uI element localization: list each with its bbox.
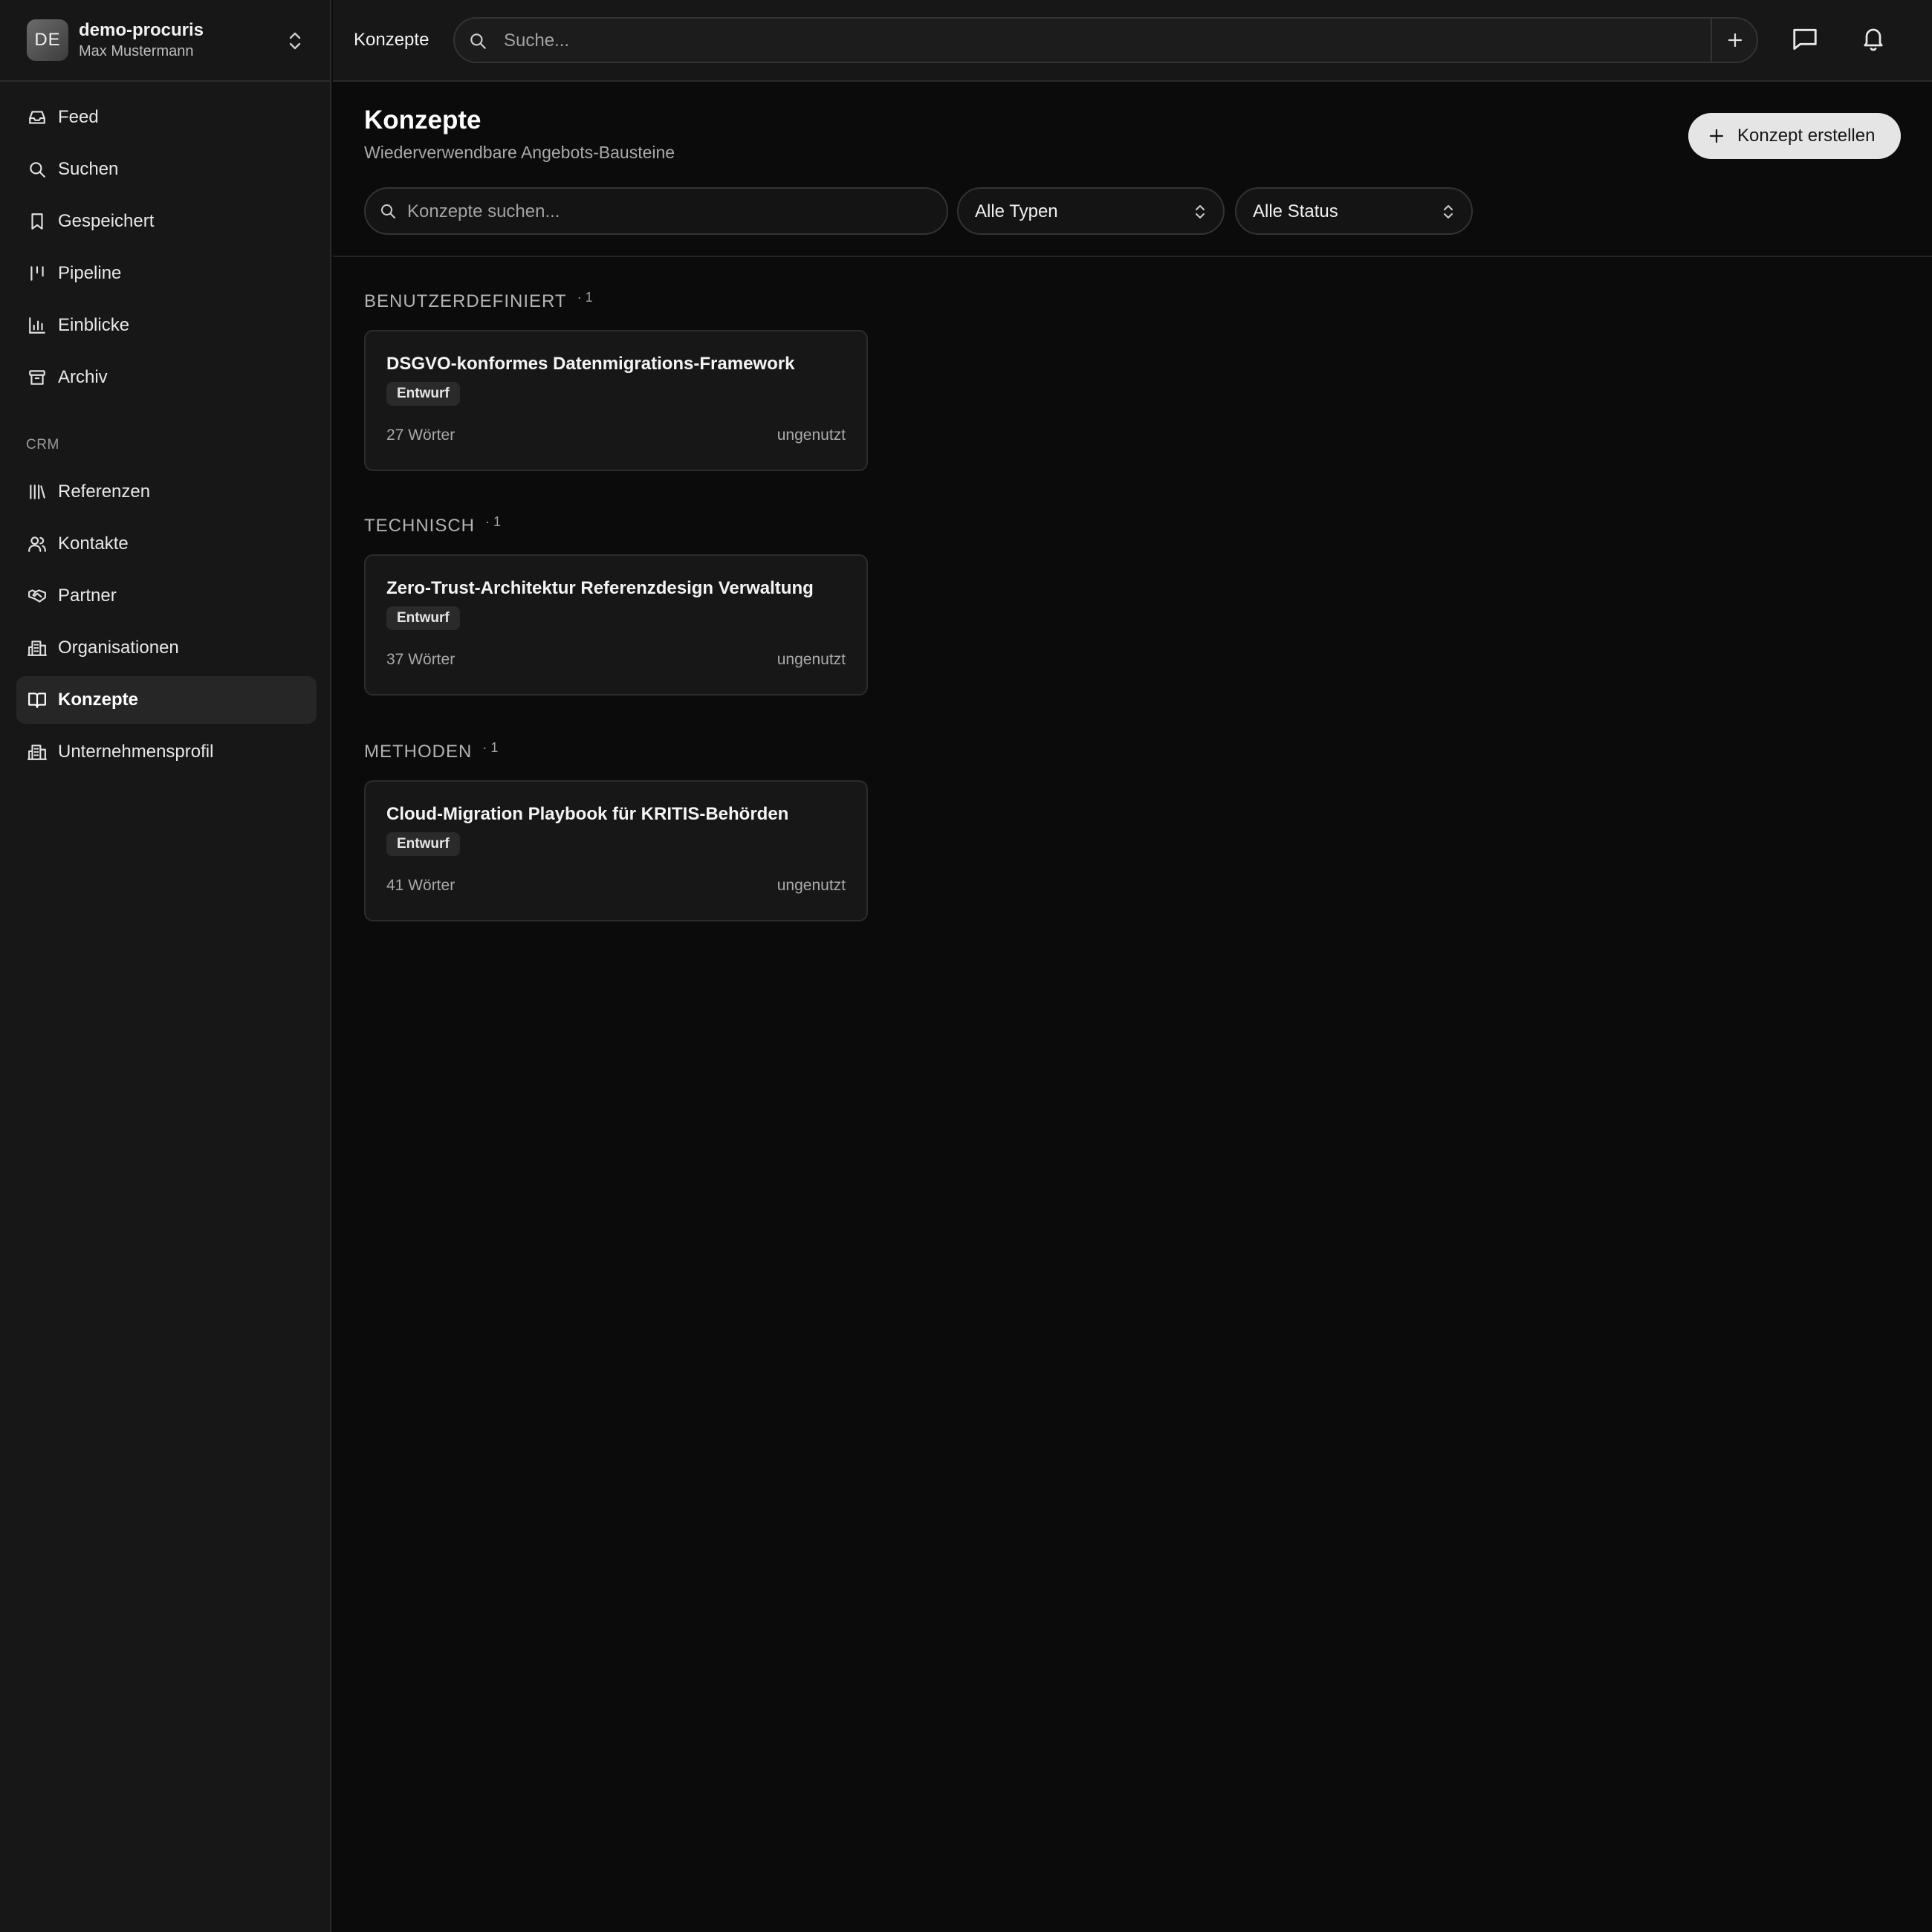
concept-card[interactable]: DSGVO-konformes Datenmigrations-Framewor… — [364, 330, 868, 471]
chevrons-up-down-icon[interactable] — [287, 30, 303, 52]
sidebar-item-label: Referenzen — [58, 482, 151, 502]
usage-status: ungenutzt — [777, 427, 846, 444]
status-badge: Entwurf — [386, 832, 460, 856]
sidebar-item-pipeline[interactable]: Pipeline — [16, 250, 317, 297]
chevrons-up-down-icon — [1442, 204, 1455, 220]
sidebar-item-label: Partner — [58, 586, 117, 606]
plus-icon — [1708, 127, 1725, 145]
building-icon — [27, 742, 48, 762]
sidebar-item-organisationen[interactable]: Organisationen — [16, 624, 317, 672]
sidebar-item-label: Gespeichert — [58, 211, 155, 231]
nav-section-crm: CRM — [26, 437, 59, 453]
concept-card[interactable]: Zero-Trust-Architektur Referenzdesign Ve… — [364, 554, 868, 696]
concept-title: Cloud-Migration Playbook für KRITIS-Behö… — [386, 804, 789, 824]
sidebar-item-label: Konzepte — [58, 690, 138, 710]
global-search-input[interactable] — [504, 27, 1693, 54]
usage-status: ungenutzt — [777, 877, 846, 894]
breadcrumb[interactable]: Konzepte — [354, 30, 429, 51]
sidebar-item-partner[interactable]: Partner — [16, 572, 317, 620]
pipeline-icon — [27, 263, 48, 284]
bar-chart-icon — [27, 315, 48, 336]
main-content: Konzepte Wiederverwendbare Angebots-Baus… — [333, 83, 1932, 1932]
group-name: BENUTZERDEFINIERT — [364, 291, 567, 311]
word-count: 37 Wörter — [386, 651, 456, 668]
page-title: Konzepte — [364, 106, 482, 134]
sidebar-item-feed[interactable]: Feed — [16, 94, 317, 141]
group-header: TECHNISCH · 1 — [364, 514, 502, 537]
bookmark-icon — [27, 211, 48, 232]
workspace-name: demo-procuris — [79, 20, 204, 40]
sidebar-item-einblicke[interactable]: Einblicke — [16, 302, 317, 349]
group-count: · 1 — [482, 740, 499, 755]
group-header: BENUTZERDEFINIERT · 1 — [364, 290, 593, 312]
sidebar-item-label: Pipeline — [58, 263, 122, 283]
sidebar-item-konzepte[interactable]: Konzepte — [16, 676, 317, 724]
bell-icon[interactable] — [1860, 25, 1887, 52]
group-header: METHODEN · 1 — [364, 740, 499, 762]
crm-nav: Referenzen Kontakte Partner Organisation… — [16, 468, 317, 780]
handshake-icon — [27, 586, 48, 606]
word-count: 27 Wörter — [386, 427, 456, 444]
sidebar-item-label: Organisationen — [58, 638, 179, 658]
sidebar-item-referenzen[interactable]: Referenzen — [16, 468, 317, 516]
plus-icon[interactable] — [1722, 29, 1748, 51]
users-icon — [27, 534, 48, 554]
archive-icon — [27, 367, 48, 388]
page-header: Konzepte Wiederverwendbare Angebots-Baus… — [333, 83, 1932, 257]
workspace-info: demo-procuris Max Mustermann — [79, 19, 204, 61]
inbox-icon — [27, 107, 48, 128]
sidebar-item-suchen[interactable]: Suchen — [16, 146, 317, 193]
status-badge: Entwurf — [386, 606, 460, 630]
workspace-user: Max Mustermann — [79, 43, 194, 59]
search-icon — [468, 31, 487, 51]
book-open-icon — [27, 690, 48, 710]
chevrons-up-down-icon — [1193, 204, 1207, 220]
building-icon — [27, 638, 48, 658]
status-filter-value: Alle Status — [1253, 201, 1338, 221]
concept-card[interactable]: Cloud-Migration Playbook für KRITIS-Behö… — [364, 780, 868, 921]
concept-search — [364, 187, 948, 235]
sidebar-item-label: Unternehmensprofil — [58, 742, 214, 762]
global-search — [453, 17, 1758, 63]
create-concept-button[interactable]: Konzept erstellen — [1688, 113, 1901, 159]
search-icon — [27, 159, 48, 180]
top-bar: Konzepte — [333, 0, 1932, 82]
group-count: · 1 — [485, 514, 502, 529]
group-name: TECHNISCH — [364, 516, 476, 536]
search-icon — [379, 202, 397, 220]
status-filter-select[interactable]: Alle Status — [1235, 187, 1473, 235]
group-count: · 1 — [577, 290, 593, 305]
sidebar-item-gespeichert[interactable]: Gespeichert — [16, 198, 317, 245]
sidebar-item-kontakte[interactable]: Kontakte — [16, 520, 317, 568]
workspace-switcher[interactable]: DE demo-procuris Max Mustermann — [0, 0, 331, 82]
message-square-icon[interactable] — [1791, 25, 1819, 54]
sidebar-item-label: Einblicke — [58, 315, 130, 335]
main-nav: Feed Suchen Gespeichert Pipeline Einblic… — [16, 94, 317, 406]
search-divider — [1711, 19, 1712, 62]
sidebar-item-label: Kontakte — [58, 534, 129, 554]
sidebar-item-unternehmensprofil[interactable]: Unternehmensprofil — [16, 728, 317, 776]
create-concept-label: Konzept erstellen — [1737, 126, 1876, 146]
library-icon — [27, 482, 48, 502]
sidebar-item-label: Suchen — [58, 159, 119, 179]
concept-title: DSGVO-konformes Datenmigrations-Framewor… — [386, 354, 795, 374]
status-badge: Entwurf — [386, 382, 460, 406]
concept-search-input[interactable] — [407, 199, 927, 224]
sidebar-item-archiv[interactable]: Archiv — [16, 354, 317, 401]
type-filter-value: Alle Typen — [975, 201, 1058, 221]
sidebar: DE demo-procuris Max Mustermann Feed Suc… — [0, 0, 331, 1932]
usage-status: ungenutzt — [777, 651, 846, 668]
sidebar-item-label: Feed — [58, 107, 99, 127]
workspace-avatar: DE — [27, 19, 68, 61]
type-filter-select[interactable]: Alle Typen — [957, 187, 1225, 235]
page-subtitle: Wiederverwendbare Angebots-Bausteine — [364, 143, 675, 162]
sidebar-item-label: Archiv — [58, 367, 108, 387]
word-count: 41 Wörter — [386, 877, 456, 894]
concept-title: Zero-Trust-Architektur Referenzdesign Ve… — [386, 578, 814, 598]
group-name: METHODEN — [364, 742, 473, 762]
